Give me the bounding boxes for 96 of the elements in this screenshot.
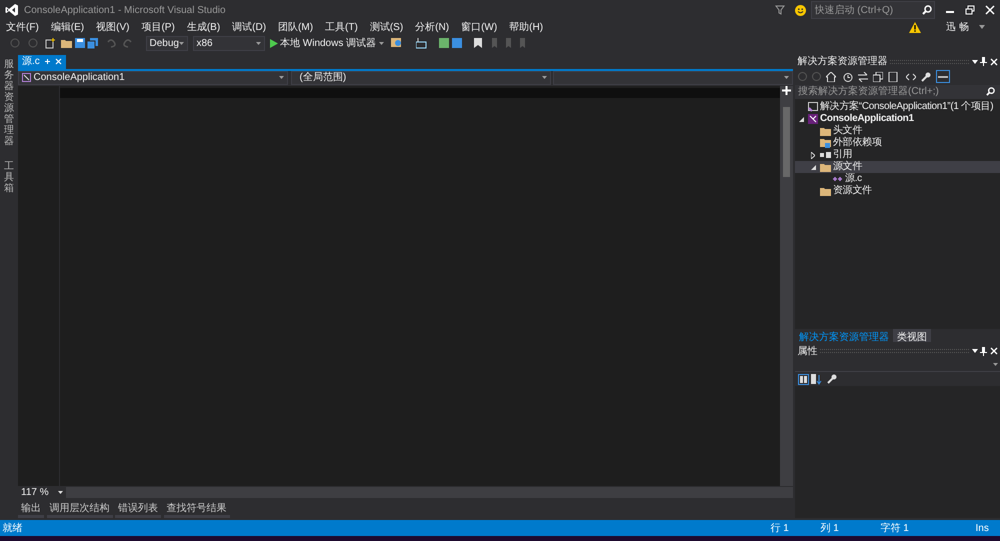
wrench-icon[interactable] <box>920 72 930 82</box>
caret-icon <box>542 76 546 79</box>
filter-icon[interactable] <box>774 5 784 15</box>
restore-icon[interactable] <box>965 5 975 15</box>
window-title: ConsoleApplication1 - Microsoft Visual Studio <box>24 4 226 18</box>
menu-item[interactable]: 分析(N) <box>409 20 456 34</box>
caret-icon <box>784 76 788 79</box>
user-name[interactable]: 迅 畅 <box>946 20 969 34</box>
close-icon[interactable] <box>990 58 998 66</box>
split-icon[interactable] <box>782 86 790 94</box>
menu-item[interactable]: 工具(T) <box>319 20 364 34</box>
search-icon <box>922 5 932 15</box>
folder-icon <box>820 186 830 196</box>
caret-icon <box>256 42 260 44</box>
close-icon[interactable] <box>985 5 995 15</box>
project-icon <box>22 73 31 82</box>
save-icon[interactable] <box>74 38 84 48</box>
preview-icon[interactable] <box>936 70 950 83</box>
expanded-arrow-icon[interactable] <box>798 116 804 122</box>
breakpoint-icon[interactable] <box>416 38 427 48</box>
scope-dropdown[interactable]: (全局范围) <box>290 70 550 84</box>
smiley-icon[interactable] <box>794 4 806 16</box>
folder-icon <box>820 138 830 148</box>
dropdown-icon[interactable] <box>972 60 978 64</box>
save-all-icon[interactable] <box>87 38 98 48</box>
dropdown-icon[interactable] <box>972 349 978 353</box>
panel-title: 解决方案资源管理器 <box>798 54 888 69</box>
side-tab[interactable]: 工具箱 <box>4 160 14 194</box>
new-project-icon[interactable] <box>45 38 56 48</box>
tree-item[interactable]: 解决方案“ConsoleApplication1”(1 个项目) <box>795 101 1000 113</box>
clock-icon[interactable] <box>843 72 853 82</box>
insert-mode: Ins <box>976 522 990 536</box>
wrench-icon[interactable] <box>827 374 837 384</box>
play-icon <box>270 38 278 48</box>
search-field[interactable]: 搜索解决方案资源管理器(Ctrl+;) <box>795 84 1000 98</box>
code-icon[interactable] <box>906 72 916 80</box>
tree-item[interactable]: 源文件 <box>795 161 1000 173</box>
line-number: 行 1 <box>770 522 790 536</box>
menu-item[interactable]: 编辑(E) <box>44 20 90 34</box>
folder-icon[interactable] <box>61 38 72 48</box>
tree-item[interactable]: 头文件 <box>795 125 1000 137</box>
home-icon[interactable] <box>826 72 836 82</box>
side-tab[interactable]: 服务器资源管理器 <box>4 58 14 146</box>
warning-icon[interactable] <box>909 22 922 32</box>
tree-item[interactable]: 外部依赖项 <box>795 137 1000 149</box>
tree-item[interactable]: 源.c <box>795 173 1000 185</box>
sort-icon[interactable] <box>811 374 822 384</box>
menu-item[interactable]: 帮助(H) <box>503 20 550 34</box>
caret-icon <box>378 42 384 44</box>
platform-dropdown[interactable]: x86 <box>192 36 264 50</box>
tree-item[interactable]: ConsoleApplication1 <box>795 113 1000 125</box>
char-number: 字符 1 <box>880 522 910 536</box>
references-icon <box>820 152 830 158</box>
quick-launch-field[interactable]: 快速启动 (Ctrl+Q) <box>810 1 935 19</box>
panel-tab[interactable]: 类视图 <box>893 328 931 342</box>
find-icon[interactable] <box>391 38 404 48</box>
configuration-dropdown[interactable]: Debug <box>146 36 188 50</box>
collapse-icon[interactable] <box>873 72 883 82</box>
menu-item[interactable]: 窗口(W) <box>455 20 504 34</box>
menu-item[interactable]: 测试(S) <box>364 20 410 34</box>
menu-item[interactable]: 文件(F) <box>0 20 45 34</box>
comment-icon[interactable] <box>439 38 450 48</box>
solution-icon <box>808 102 818 112</box>
uncomment-icon[interactable] <box>452 38 462 48</box>
folder-icon <box>820 162 830 172</box>
categorized-icon[interactable] <box>798 374 808 384</box>
close-icon[interactable] <box>990 347 998 355</box>
menu-item[interactable]: 视图(V) <box>90 20 136 34</box>
app-logo-icon <box>5 3 19 17</box>
pin-icon[interactable] <box>980 57 987 66</box>
menu-item[interactable]: 调试(D) <box>226 20 272 34</box>
status-text: 就绪 <box>2 522 22 536</box>
menu-item[interactable]: 项目(P) <box>135 20 181 34</box>
column-number: 列 1 <box>820 522 840 536</box>
bookmark-icon[interactable] <box>474 38 482 48</box>
caret-icon <box>279 76 284 79</box>
search-icon <box>986 87 995 96</box>
tree-item[interactable]: 引用 <box>795 149 1000 161</box>
start-debugging-button[interactable]: 本地 Windows 调试器 <box>270 36 384 50</box>
show-files-icon[interactable] <box>888 72 898 82</box>
menu-item[interactable]: 生成(B) <box>180 20 226 34</box>
caret-icon <box>178 42 184 44</box>
project-icon <box>808 114 818 124</box>
caret-icon[interactable] <box>979 25 985 29</box>
folder-icon <box>820 126 830 136</box>
caret-icon <box>58 490 63 494</box>
project-dropdown[interactable]: ConsoleApplication1 <box>18 70 288 84</box>
pin-icon[interactable] <box>980 346 987 356</box>
caret-icon <box>992 363 998 366</box>
sync-icon[interactable] <box>858 72 868 82</box>
collapsed-arrow-icon[interactable] <box>811 152 815 158</box>
file-icon <box>832 175 842 183</box>
panel-title: 属性 <box>798 344 818 358</box>
menu-item[interactable]: 团队(M) <box>272 20 320 34</box>
tree-item[interactable]: 资源文件 <box>795 185 1000 197</box>
expanded-arrow-icon[interactable] <box>810 164 816 170</box>
